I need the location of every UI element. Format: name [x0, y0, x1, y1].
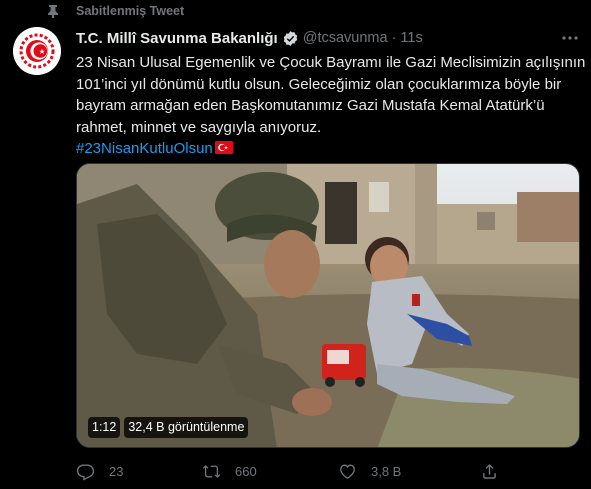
tweet-text-line: 101’inci yıl dönümü kutlu olsun. Geleceğ… — [76, 75, 562, 93]
reply-button[interactable]: 23 — [76, 460, 123, 482]
hashtag-link[interactable]: #23NisanKutluOlsun — [76, 140, 213, 157]
tweet-header: T.C. Millî Savunma Bakanlığı @tcsavunma … — [76, 29, 583, 47]
retweet-count: 660 — [235, 463, 257, 479]
share-button[interactable] — [480, 460, 513, 482]
hashtag-line: #23NisanKutluOlsun — [76, 138, 586, 160]
pin-icon — [48, 5, 58, 18]
video-thumbnail — [77, 164, 579, 447]
header-separator: · — [391, 30, 397, 46]
share-icon — [483, 463, 496, 479]
tweet-text-line: bayram armağan eden Başkomutanımız Gazi … — [76, 97, 545, 114]
verified-badge-icon — [283, 30, 297, 46]
tweet-text: 23 Nisan Ulusal Egemenlik ve Çocuk Bayra… — [76, 52, 586, 160]
video-badges: 1:12 32,4 B görüntülenme — [88, 417, 249, 438]
author-handle[interactable]: @tcsavunma — [303, 30, 388, 46]
more-options-icon[interactable] — [560, 30, 580, 46]
ministry-emblem-icon — [13, 27, 61, 75]
view-count: 32,4 B görüntülenme — [124, 417, 249, 438]
heart-icon — [340, 463, 355, 479]
tweet-actions: 23 660 3,8 B — [76, 460, 580, 482]
like-button[interactable]: 3,8 B — [338, 460, 401, 482]
author-name[interactable]: T.C. Millî Savunma Bakanlığı — [76, 30, 278, 47]
like-count: 3,8 B — [371, 463, 402, 479]
tweet-text-line: 23 Nisan Ulusal Egemenlik ve Çocuk Bayra… — [76, 54, 586, 71]
avatar[interactable] — [13, 27, 61, 75]
tweet-text-line: rahmet, minnet ve saygıyla anıyoruz. — [76, 118, 322, 136]
video-duration: 1:12 — [88, 417, 121, 438]
reply-icon — [76, 463, 95, 480]
retweet-button[interactable]: 660 — [202, 460, 257, 482]
reply-count: 23 — [109, 463, 124, 479]
turkey-flag-icon — [214, 141, 233, 154]
pinned-tweet-label: Sabitlenmiş Tweet — [76, 4, 185, 18]
tweet-timestamp[interactable]: 11s — [400, 30, 422, 46]
retweet-icon — [202, 464, 221, 478]
video-player[interactable] — [76, 163, 580, 448]
